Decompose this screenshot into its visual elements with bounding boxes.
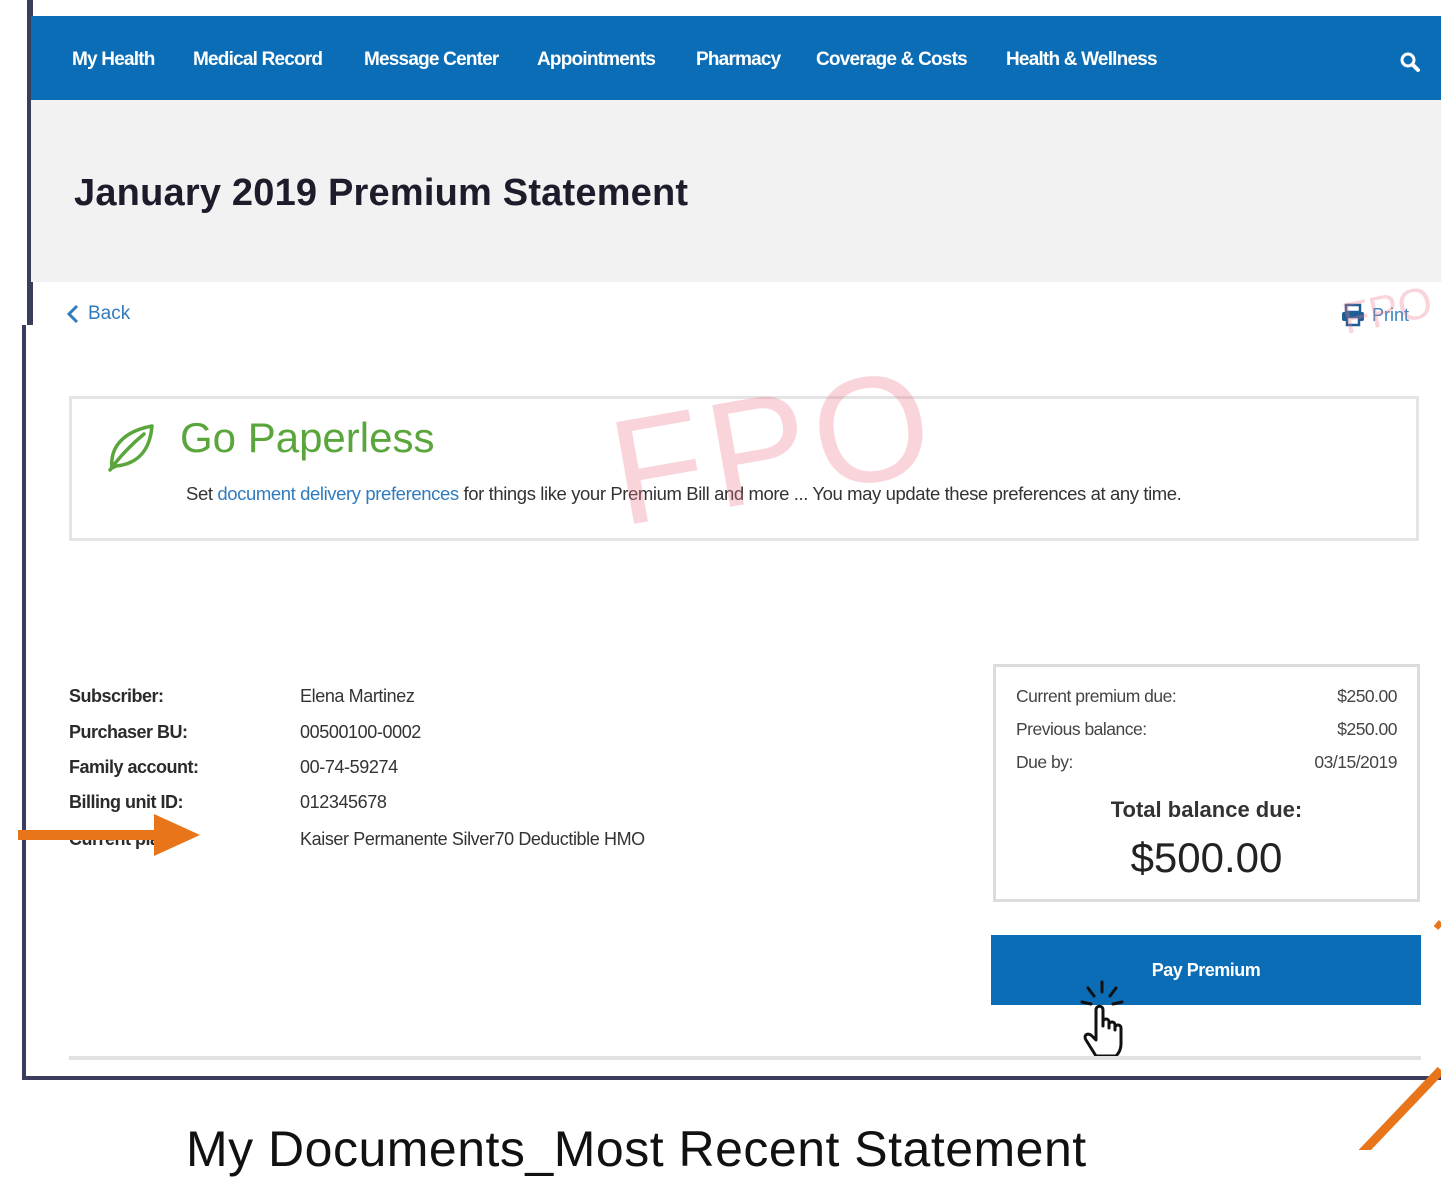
hand-cursor-icon [1080,980,1124,1058]
billing-unit-label: Billing unit ID: [69,792,183,812]
nav-item-coverage-costs[interactable]: Coverage & Costs [816,49,968,71]
section-divider [69,1056,1421,1060]
subscriber-value: Elena Martinez [300,686,415,706]
slide-caption: My Documents_Most Recent Statement [186,1121,1087,1177]
due-by-value: 03/15/2019 [1314,752,1397,772]
current-premium-value: $250.00 [1337,686,1397,706]
search-icon[interactable] [1399,51,1421,73]
purchaser-bu-value: 00500100-0002 [300,722,421,742]
page-title: January 2019 Premium Statement [74,172,689,214]
frame-left-border [22,325,26,1080]
back-label: Back [88,303,131,324]
previous-balance-label: Previous balance: [1016,719,1147,739]
current-premium-label: Current premium due: [1016,686,1177,706]
frame-bottom-border [22,1076,1441,1080]
subscriber-label: Subscriber: [69,686,164,706]
nav-item-my-health[interactable]: My Health [72,49,155,71]
purchaser-bu-label: Purchaser BU: [69,722,188,742]
billing-unit-value: 012345678 [300,792,387,812]
leaf-icon [108,424,154,472]
delivery-preferences-link[interactable]: document delivery preferences [217,483,459,504]
due-by-label: Due by: [1016,752,1073,772]
nav-item-pharmacy[interactable]: Pharmacy [696,49,781,71]
family-account-label: Family account: [69,757,199,777]
nav-item-appointments[interactable]: Appointments [537,49,656,71]
current-plan-value: Kaiser Permanente Silver70 Deductible HM… [300,829,645,849]
nav-item-message-center[interactable]: Message Center [364,49,499,71]
total-balance-label: Total balance due: [1110,797,1303,822]
annotation-line [1358,920,1441,1150]
total-balance-amount: $500.00 [1130,834,1283,881]
family-account-value: 00-74-59274 [300,757,398,777]
previous-balance-value: $250.00 [1337,719,1397,739]
go-paperless-title: Go Paperless [180,414,435,461]
paperless-text-before: Set [186,483,213,504]
back-link[interactable]: Back [66,303,130,325]
annotation-arrow-icon [18,814,200,856]
fpo-watermark-small: FPO [1338,277,1437,344]
nav-item-medical-record[interactable]: Medical Record [193,49,323,71]
nav-item-health-wellness[interactable]: Health & Wellness [1006,49,1158,71]
chevron-left-icon [66,304,79,324]
